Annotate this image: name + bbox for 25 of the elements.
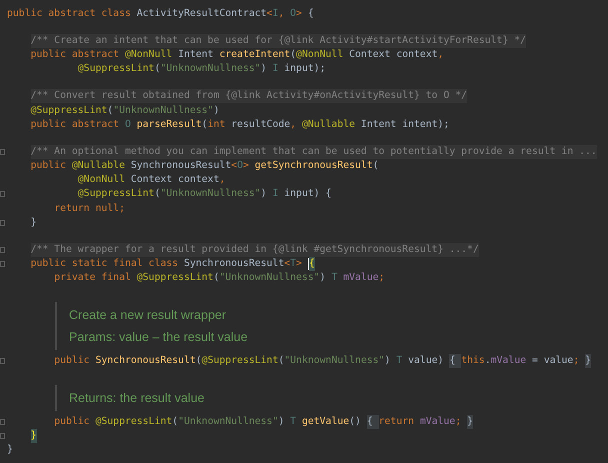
fold-marker-icon[interactable] [0, 220, 5, 226]
code-line: @SuppressLint("UnknownNullness") I input) { [76, 187, 332, 202]
rendered-doc-comment: Returns: the result value [55, 384, 608, 411]
fold-marker-icon[interactable] [0, 246, 5, 253]
code-line: private final @SuppressLint("UnknownNullness") T mValue; [53, 271, 385, 286]
fold-marker-icon[interactable] [0, 260, 5, 267]
code-line: public abstract @NonNull Intent createIntent(@NonNull Context context, [30, 48, 444, 62]
code-line: public SynchronousResult(@SuppressLint("UnknownNullness") T value) { this.mValue = value; } [53, 354, 592, 368]
code-line: public abstract O parseResult(int resultCode, @Nullable Intent intent); [30, 118, 450, 132]
code-line: @SuppressLint("UnknownNullness") [30, 104, 220, 118]
fold-marker-icon[interactable] [0, 358, 5, 364]
code-line: @NonNull Context context, [76, 173, 226, 188]
rendered-doc-comment: Create a new result wrapper Params: value – the result value [55, 302, 608, 350]
code-line: } [7, 443, 13, 458]
code-line: public abstract class ActivityResultContract<I, O> { [7, 7, 314, 22]
fold-marker-icon[interactable] [0, 419, 5, 426]
fold-marker-icon[interactable] [0, 433, 5, 440]
fold-marker-icon[interactable] [0, 148, 5, 155]
code-line: public @Nullable SynchronousResult<O> getSynchronousResult( [30, 158, 379, 173]
code-line: public static final class SynchronousResult<T> { [30, 256, 315, 271]
code-line: return null; [53, 202, 125, 216]
fold-marker-icon[interactable] [0, 191, 5, 198]
code-line: } [30, 216, 36, 230]
code-line: public @SuppressLint("UnknownNullness") T getValue() { return mValue; } [53, 415, 474, 430]
code-line: @SuppressLint("UnknownNullness") I input); [76, 62, 326, 76]
